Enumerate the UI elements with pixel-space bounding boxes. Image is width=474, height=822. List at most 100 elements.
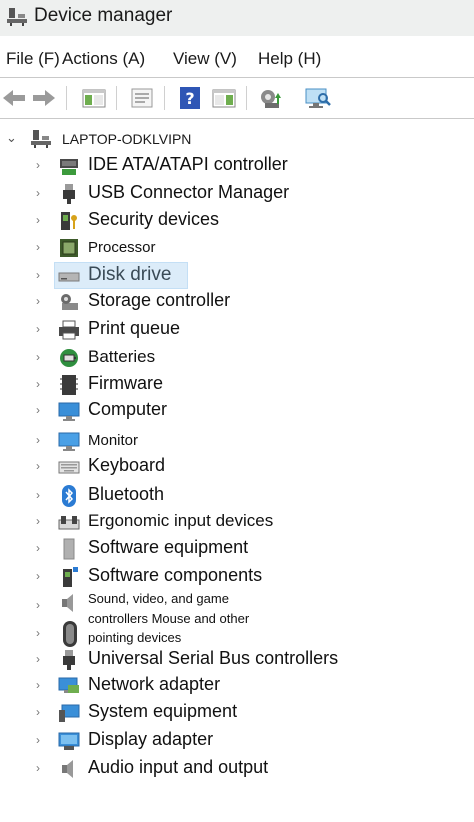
chevron-right-icon[interactable]: › <box>36 377 40 391</box>
tree-node-batteries[interactable]: › Batteries <box>0 344 474 371</box>
chevron-right-icon[interactable]: › <box>36 569 40 583</box>
help-button[interactable]: ? <box>176 84 204 112</box>
security-key-icon <box>61 212 77 230</box>
menu-actions[interactable]: Actions (A) <box>62 49 145 69</box>
device-manager-icon <box>7 8 27 26</box>
tree-node-label: Batteries <box>88 347 156 366</box>
chevron-right-icon[interactable]: › <box>36 488 40 502</box>
tree-node-software-components[interactable]: › Software components <box>0 563 474 590</box>
menu-file[interactable]: File (F) <box>6 49 60 69</box>
tree-node-bluetooth[interactable]: › Bluetooth <box>0 482 474 509</box>
properties-button[interactable] <box>128 84 156 112</box>
tree-node-label: Print queue <box>88 318 181 338</box>
tree-node-label: System equipment <box>88 701 238 721</box>
chevron-right-icon[interactable]: › <box>36 598 40 612</box>
ergonomic-input-icon <box>58 516 80 530</box>
chevron-right-icon[interactable]: › <box>36 158 40 172</box>
usb-plug-icon <box>63 184 75 204</box>
chevron-right-icon[interactable]: › <box>36 652 40 666</box>
tree-node-network-adapter[interactable]: › Network adapter <box>0 672 474 699</box>
tree-node-usb-connector-manager[interactable]: › USB Connector Manager <box>0 180 474 207</box>
tree-root[interactable]: ⌄ LAPTOP-ODKLVIPN <box>0 126 474 152</box>
speaker-icon <box>62 594 73 612</box>
back-button[interactable] <box>0 84 28 112</box>
software-component-icon <box>63 567 78 587</box>
chevron-right-icon[interactable]: › <box>36 459 40 473</box>
storage-controller-icon <box>61 294 78 310</box>
chevron-right-icon[interactable]: › <box>36 350 40 364</box>
chevron-right-icon[interactable]: › <box>36 433 40 447</box>
chevron-right-icon[interactable]: › <box>36 240 40 254</box>
tree-node-audio-input-output[interactable]: › Audio input and output <box>0 755 474 782</box>
toolbar: ? <box>0 80 474 116</box>
tree-node-label: controllers Mouse and other <box>88 610 250 626</box>
ide-controller-icon <box>60 159 78 175</box>
chevron-right-icon[interactable]: › <box>36 705 40 719</box>
tree-node-computer[interactable]: › Computer <box>0 397 474 424</box>
tree-node-label: Monitor <box>88 432 139 449</box>
chevron-right-icon[interactable]: › <box>36 403 40 417</box>
chevron-right-icon[interactable]: › <box>36 514 40 528</box>
toolbar-divider <box>0 118 474 119</box>
printer-icon <box>59 320 79 340</box>
chevron-right-icon[interactable]: › <box>36 268 40 282</box>
tree-node-display-adapter[interactable]: › Display adapter <box>0 727 474 754</box>
tree-node-keyboard[interactable]: › Keyboard <box>0 453 474 480</box>
action-pane-button[interactable] <box>210 84 238 112</box>
tree-node-label: Audio input and output <box>88 757 269 777</box>
properties-icon <box>131 88 153 108</box>
show-hide-tree-button[interactable] <box>80 84 108 112</box>
menu-view[interactable]: View (V) <box>173 49 237 69</box>
display-adapter-icon <box>58 732 80 750</box>
chevron-right-icon[interactable]: › <box>36 761 40 775</box>
tree-node-storage-controller[interactable]: › Storage controller <box>0 288 474 315</box>
tree-node-disk-drive[interactable]: › Disk drive <box>0 262 474 289</box>
title-bar: Device manager <box>0 0 474 36</box>
tree-node-firmware[interactable]: › Firmware <box>0 371 474 398</box>
mouse-icon <box>63 621 77 647</box>
menu-help[interactable]: Help (H) <box>258 49 321 69</box>
chevron-right-icon[interactable]: › <box>36 678 40 692</box>
tree-node-label: Display adapter <box>88 729 214 749</box>
tree-node-ergonomic-input[interactable]: › Ergonomic input devices <box>0 508 474 535</box>
chevron-right-icon[interactable]: › <box>36 186 40 200</box>
chevron-down-icon[interactable]: ⌄ <box>6 130 17 146</box>
tree-node-software-equipment[interactable]: › Software equipment <box>0 535 474 562</box>
chevron-right-icon[interactable]: › <box>36 626 40 640</box>
tree-node-label: Bluetooth <box>88 484 165 504</box>
computer-root-icon <box>31 130 51 148</box>
menu-divider <box>0 77 474 78</box>
tree-node-processor[interactable]: › Processor <box>0 234 474 261</box>
tree-node-sound-video-game[interactable]: Sound, video, and game controllers Mouse… <box>88 589 249 648</box>
tree-node-label: USB Connector Manager <box>88 182 290 202</box>
chevron-right-icon[interactable]: › <box>36 294 40 308</box>
scan-hardware-button[interactable] <box>304 84 332 112</box>
computer-icon <box>58 402 80 421</box>
tree-node-print-queue[interactable]: › Print queue <box>0 316 474 343</box>
forward-button[interactable] <box>30 84 58 112</box>
usb-controller-icon <box>63 650 75 670</box>
tree-node-label: Security devices <box>88 209 220 229</box>
root-computer-name: LAPTOP-ODKLVIPN <box>62 131 192 147</box>
tree-node-label: Firmware <box>88 373 163 393</box>
tree-node-label: Sound, video, and game <box>88 591 229 606</box>
tree-node-universal-serial-bus[interactable]: › Universal Serial Bus controllers <box>0 646 474 673</box>
monitor-icon <box>58 432 80 451</box>
update-driver-icon <box>261 90 281 108</box>
forward-arrow-icon <box>33 90 55 106</box>
update-driver-button[interactable] <box>256 84 284 112</box>
action-pane-icon <box>212 89 236 108</box>
tree-node-security-devices[interactable]: › Security devices <box>0 207 474 234</box>
tree-node-label: Processor <box>88 239 156 256</box>
tree-node-label: Network adapter <box>88 674 221 694</box>
chevron-right-icon[interactable]: › <box>36 733 40 747</box>
scan-hardware-icon <box>305 88 331 108</box>
chevron-right-icon[interactable]: › <box>36 541 40 555</box>
tree-node-monitor[interactable]: › Monitor <box>0 427 474 454</box>
chevron-right-icon[interactable]: › <box>36 322 40 336</box>
tree-node-label: IDE ATA/ATAPI controller <box>88 154 288 174</box>
tree-node-ide-ata-atapi[interactable]: › IDE ATA/ATAPI controller <box>0 152 474 179</box>
tree-node-label: Software equipment <box>88 537 249 557</box>
chevron-right-icon[interactable]: › <box>36 213 40 227</box>
tree-node-system-equipment[interactable]: › System equipment <box>0 699 474 726</box>
